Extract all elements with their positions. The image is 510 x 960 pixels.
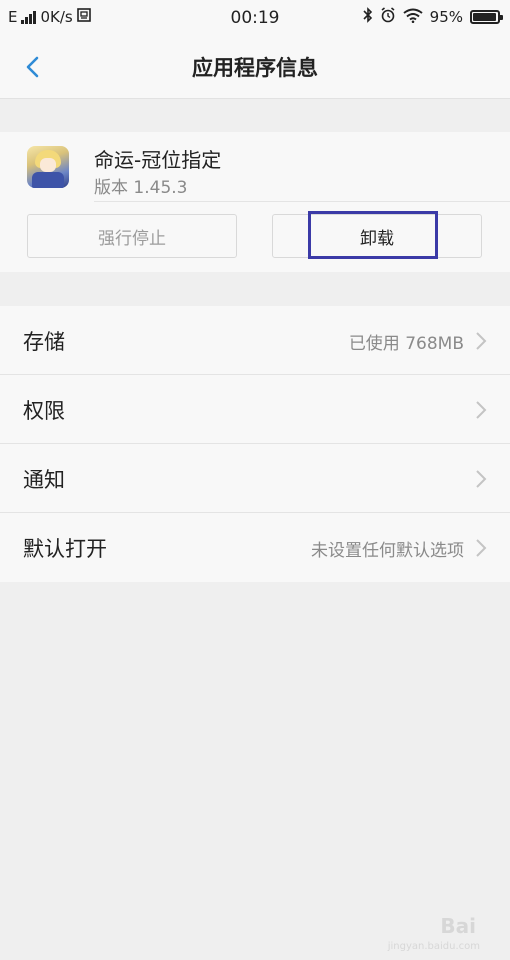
settings-row-storage[interactable]: 存储 已使用 768MB	[0, 306, 510, 375]
status-right: 95%	[363, 7, 503, 27]
row-label: 权限	[23, 399, 65, 423]
wifi-icon	[403, 8, 423, 27]
chevron-right-icon	[476, 401, 487, 419]
settings-row-notifications[interactable]: 通知	[0, 444, 510, 513]
status-bar: E 0K/s 00:19 95%	[0, 0, 510, 36]
row-value: 未设置任何默认选项	[311, 541, 464, 561]
watermark-logo: Bai	[440, 914, 476, 938]
app-icon	[27, 146, 69, 188]
row-value: 已使用 768MB	[348, 334, 464, 354]
page-title: 应用程序信息	[192, 56, 318, 80]
settings-row-permissions[interactable]: 权限	[0, 375, 510, 444]
watermark-url: jingyan.baidu.com	[387, 941, 480, 952]
chevron-right-icon	[476, 539, 487, 557]
alarm-icon	[380, 7, 396, 27]
uninstall-button[interactable]: 卸载	[272, 214, 482, 258]
settings-row-default-open[interactable]: 默认打开 未设置任何默认选项	[0, 513, 510, 582]
title-bar: 应用程序信息	[0, 36, 510, 99]
app-name: 命运-冠位指定	[94, 148, 222, 172]
row-label: 默认打开	[23, 537, 107, 561]
row-label: 存储	[23, 330, 65, 354]
row-label: 通知	[23, 468, 65, 492]
settings-list: 存储 已使用 768MB 权限 通知 默认打开 未设置任何默认选项	[0, 306, 510, 582]
chevron-right-icon	[476, 470, 487, 488]
battery-icon	[470, 10, 503, 24]
divider	[94, 201, 510, 202]
chevron-right-icon	[476, 332, 487, 350]
force-stop-button[interactable]: 强行停止	[27, 214, 237, 258]
bluetooth-icon	[363, 7, 373, 27]
battery-fill	[473, 13, 496, 21]
app-version: 版本 1.45.3	[94, 178, 188, 198]
app-info-screen: E 0K/s 00:19 95% 应用程序信息 命运-冠位指定 版本 1.45.…	[0, 0, 510, 960]
app-info-card: 命运-冠位指定 版本 1.45.3 强行停止 卸载	[0, 132, 510, 272]
battery-percent: 95%	[429, 8, 463, 26]
